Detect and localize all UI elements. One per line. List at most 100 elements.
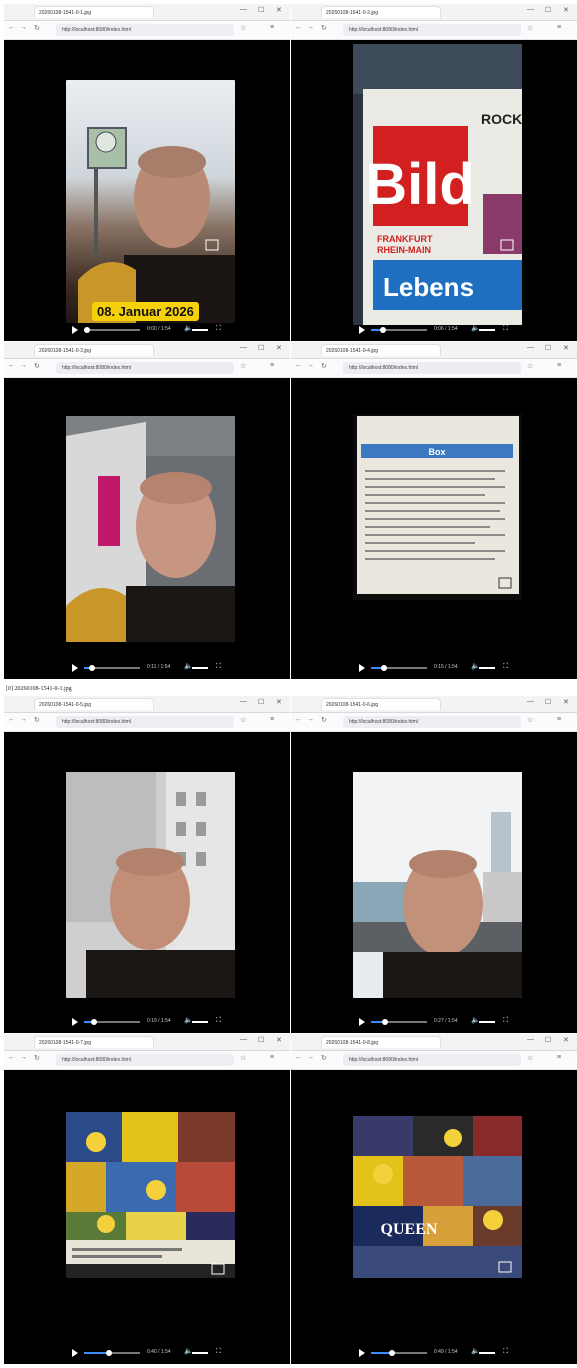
seek-knob[interactable] bbox=[106, 1350, 113, 1356]
forward-icon[interactable]: → bbox=[307, 1054, 314, 1061]
video-frame[interactable] bbox=[66, 80, 235, 323]
maximize-icon[interactable]: ☐ bbox=[545, 6, 551, 14]
reload-icon[interactable]: ↻ bbox=[321, 362, 327, 370]
close-icon[interactable]: ✕ bbox=[563, 6, 569, 14]
star-icon[interactable]: ☆ bbox=[527, 1054, 533, 1062]
fullscreen-icon[interactable]: ⛶ bbox=[503, 663, 508, 671]
volume-slider[interactable] bbox=[479, 667, 495, 669]
menu-icon[interactable]: ≡ bbox=[557, 1054, 561, 1061]
star-icon[interactable]: ☆ bbox=[240, 362, 246, 370]
seek-bar[interactable] bbox=[371, 1019, 427, 1025]
reload-icon[interactable]: ↻ bbox=[34, 1054, 40, 1062]
minimize-icon[interactable]: — bbox=[240, 1036, 247, 1043]
video-frame[interactable]: Bild ROCK FRANKFURT RHEIN-MAIN Lebens bbox=[353, 44, 522, 325]
seek-knob[interactable] bbox=[90, 1019, 97, 1025]
volume-slider[interactable] bbox=[192, 667, 208, 669]
forward-icon[interactable]: → bbox=[307, 716, 314, 723]
play-icon[interactable] bbox=[72, 1018, 78, 1026]
seek-knob[interactable] bbox=[381, 665, 388, 671]
close-icon[interactable]: ✕ bbox=[276, 344, 282, 352]
seek-bar[interactable] bbox=[84, 1350, 140, 1356]
volume-slider[interactable] bbox=[192, 329, 208, 331]
browser-tab[interactable]: 20260108-1541-0-2.jpg bbox=[321, 6, 441, 18]
browser-tab[interactable]: 20260108-1541-0-1.jpg bbox=[34, 6, 154, 18]
menu-icon[interactable]: ≡ bbox=[557, 716, 561, 723]
menu-icon[interactable]: ≡ bbox=[270, 24, 274, 31]
play-icon[interactable] bbox=[359, 1018, 365, 1026]
seek-bar[interactable] bbox=[84, 665, 140, 671]
volume-slider[interactable] bbox=[479, 329, 495, 331]
minimize-icon[interactable]: — bbox=[527, 344, 534, 351]
close-icon[interactable]: ✕ bbox=[563, 344, 569, 352]
minimize-icon[interactable]: — bbox=[240, 344, 247, 351]
url-field[interactable]: http://localhost:8080/index.html bbox=[343, 24, 521, 36]
volume-slider[interactable] bbox=[479, 1021, 495, 1023]
fullscreen-icon[interactable]: ⛶ bbox=[503, 1017, 508, 1025]
fullscreen-icon[interactable]: ⛶ bbox=[216, 1017, 221, 1025]
minimize-icon[interactable]: — bbox=[527, 698, 534, 705]
back-icon[interactable]: ← bbox=[295, 24, 302, 31]
close-icon[interactable]: ✕ bbox=[563, 698, 569, 706]
forward-icon[interactable]: → bbox=[20, 716, 27, 723]
browser-tab[interactable]: 20260108-1541-0-7.jpg bbox=[34, 1036, 154, 1048]
maximize-icon[interactable]: ☐ bbox=[258, 1036, 264, 1044]
maximize-icon[interactable]: ☐ bbox=[545, 698, 551, 706]
minimize-icon[interactable]: — bbox=[527, 1036, 534, 1043]
seek-bar[interactable] bbox=[371, 327, 427, 333]
menu-icon[interactable]: ≡ bbox=[557, 24, 561, 31]
back-icon[interactable]: ← bbox=[295, 716, 302, 723]
close-icon[interactable]: ✕ bbox=[276, 1036, 282, 1044]
minimize-icon[interactable]: — bbox=[240, 698, 247, 705]
star-icon[interactable]: ☆ bbox=[240, 24, 246, 32]
reload-icon[interactable]: ↻ bbox=[321, 1054, 327, 1062]
star-icon[interactable]: ☆ bbox=[240, 1054, 246, 1062]
reload-icon[interactable]: ↻ bbox=[321, 716, 327, 724]
video-frame[interactable] bbox=[66, 772, 235, 998]
browser-tab[interactable]: 20260108-1541-0-5.jpg bbox=[34, 698, 154, 710]
url-field[interactable]: http://localhost:8080/index.html bbox=[343, 362, 521, 374]
volume-slider[interactable] bbox=[192, 1021, 208, 1023]
volume-slider[interactable] bbox=[192, 1352, 208, 1354]
reload-icon[interactable]: ↻ bbox=[321, 24, 327, 32]
url-field[interactable]: http://localhost:8080/index.html bbox=[56, 362, 234, 374]
video-frame[interactable]: Box bbox=[353, 414, 522, 600]
menu-icon[interactable]: ≡ bbox=[270, 362, 274, 369]
browser-tab[interactable]: 20260108-1541-0-6.jpg bbox=[321, 698, 441, 710]
video-frame[interactable] bbox=[66, 1112, 235, 1278]
seek-knob[interactable] bbox=[389, 1350, 396, 1356]
url-field[interactable]: http://localhost:8080/index.html bbox=[56, 1054, 234, 1066]
seek-bar[interactable] bbox=[84, 1019, 140, 1025]
close-icon[interactable]: ✕ bbox=[563, 1036, 569, 1044]
reload-icon[interactable]: ↻ bbox=[34, 24, 40, 32]
close-icon[interactable]: ✕ bbox=[276, 698, 282, 706]
fullscreen-icon[interactable]: ⛶ bbox=[503, 1348, 508, 1356]
back-icon[interactable]: ← bbox=[8, 716, 15, 723]
back-icon[interactable]: ← bbox=[8, 1054, 15, 1061]
star-icon[interactable]: ☆ bbox=[527, 24, 533, 32]
back-icon[interactable]: ← bbox=[8, 362, 15, 369]
browser-tab[interactable]: 20260108-1541-0-8.jpg bbox=[321, 1036, 441, 1048]
minimize-icon[interactable]: — bbox=[240, 6, 247, 13]
reload-icon[interactable]: ↻ bbox=[34, 362, 40, 370]
star-icon[interactable]: ☆ bbox=[527, 716, 533, 724]
browser-tab[interactable]: 20260108-1541-0-4.jpg bbox=[321, 344, 441, 356]
seek-knob[interactable] bbox=[88, 665, 95, 671]
minimize-icon[interactable]: — bbox=[527, 6, 534, 13]
close-icon[interactable]: ✕ bbox=[276, 6, 282, 14]
seek-knob[interactable] bbox=[83, 327, 90, 333]
seek-bar[interactable] bbox=[371, 665, 427, 671]
forward-icon[interactable]: → bbox=[307, 24, 314, 31]
seek-bar[interactable] bbox=[371, 1350, 427, 1356]
browser-tab[interactable]: 20260108-1541-0-3.jpg bbox=[34, 344, 154, 356]
back-icon[interactable]: ← bbox=[8, 24, 15, 31]
menu-icon[interactable]: ≡ bbox=[270, 1054, 274, 1061]
play-icon[interactable] bbox=[359, 326, 365, 334]
url-field[interactable]: http://localhost:8080/index.html bbox=[56, 24, 234, 36]
maximize-icon[interactable]: ☐ bbox=[545, 1036, 551, 1044]
play-icon[interactable] bbox=[72, 664, 78, 672]
fullscreen-icon[interactable]: ⛶ bbox=[503, 325, 508, 333]
play-icon[interactable] bbox=[72, 1349, 78, 1357]
forward-icon[interactable]: → bbox=[20, 24, 27, 31]
url-field[interactable]: http://localhost:8080/index.html bbox=[56, 716, 234, 728]
forward-icon[interactable]: → bbox=[307, 362, 314, 369]
